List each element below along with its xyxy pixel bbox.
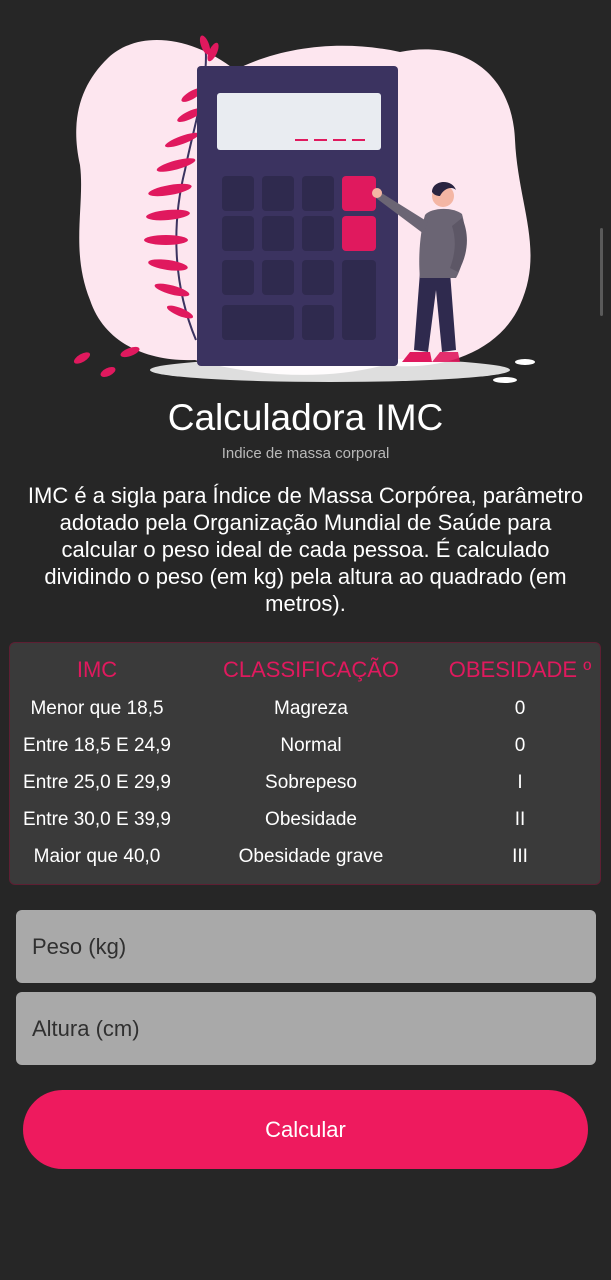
height-input[interactable]	[16, 992, 596, 1065]
table-row: Entre 30,0 E 39,9 Obesidade II	[10, 801, 602, 838]
calculate-button[interactable]: Calcular	[23, 1090, 588, 1169]
imc-classification-table: IMC CLASSIFICAÇÃO OBESIDADE º Menor que …	[9, 642, 601, 885]
weight-input[interactable]	[16, 910, 596, 983]
table-cell-classification: Obesidade	[265, 808, 357, 830]
column-header-classification: CLASSIFICAÇÃO	[222, 656, 400, 682]
table-cell-obesity: 0	[514, 734, 526, 756]
table-cell-imc: Menor que 18,5	[30, 697, 164, 719]
table-header-row: IMC CLASSIFICAÇÃO OBESIDADE º	[10, 651, 602, 688]
table-cell-obesity: 0	[514, 697, 526, 719]
table-cell-classification: Magreza	[274, 697, 348, 719]
app-title: Calculadora IMC	[167, 397, 444, 438]
table-cell-classification: Normal	[280, 734, 342, 756]
table-cell-imc: Entre 18,5 E 24,9	[23, 734, 171, 756]
table-cell-obesity: III	[512, 845, 528, 867]
table-row: Maior que 40,0 Obesidade grave III	[10, 838, 602, 875]
table-cell-classification: Obesidade grave	[238, 845, 384, 867]
table-cell-obesity: II	[514, 808, 526, 830]
table-cell-imc: Maior que 40,0	[33, 845, 161, 867]
table-row: Entre 25,0 E 29,9 Sobrepeso I	[10, 764, 602, 801]
column-header-obesity: OBESIDADE º	[448, 656, 592, 682]
table-cell-imc: Entre 30,0 E 39,9	[23, 808, 171, 830]
calculator-person-illustration	[73, 35, 535, 383]
app-subtitle: Indice de massa corporal	[221, 445, 390, 462]
imc-calculator-screen: Calculadora IMC Indice de massa corporal…	[0, 0, 611, 1280]
table-row: Entre 18,5 E 24,9 Normal 0	[10, 727, 602, 764]
table-cell-classification: Sobrepeso	[265, 771, 357, 793]
column-header-imc: IMC	[76, 656, 118, 682]
imc-description: IMC é a sigla para Índice de Massa Corpó…	[27, 483, 584, 616]
table-row: Menor que 18,5 Magreza 0	[10, 690, 602, 727]
table-cell-imc: Entre 25,0 E 29,9	[23, 771, 171, 793]
table-cell-obesity: I	[517, 771, 523, 793]
